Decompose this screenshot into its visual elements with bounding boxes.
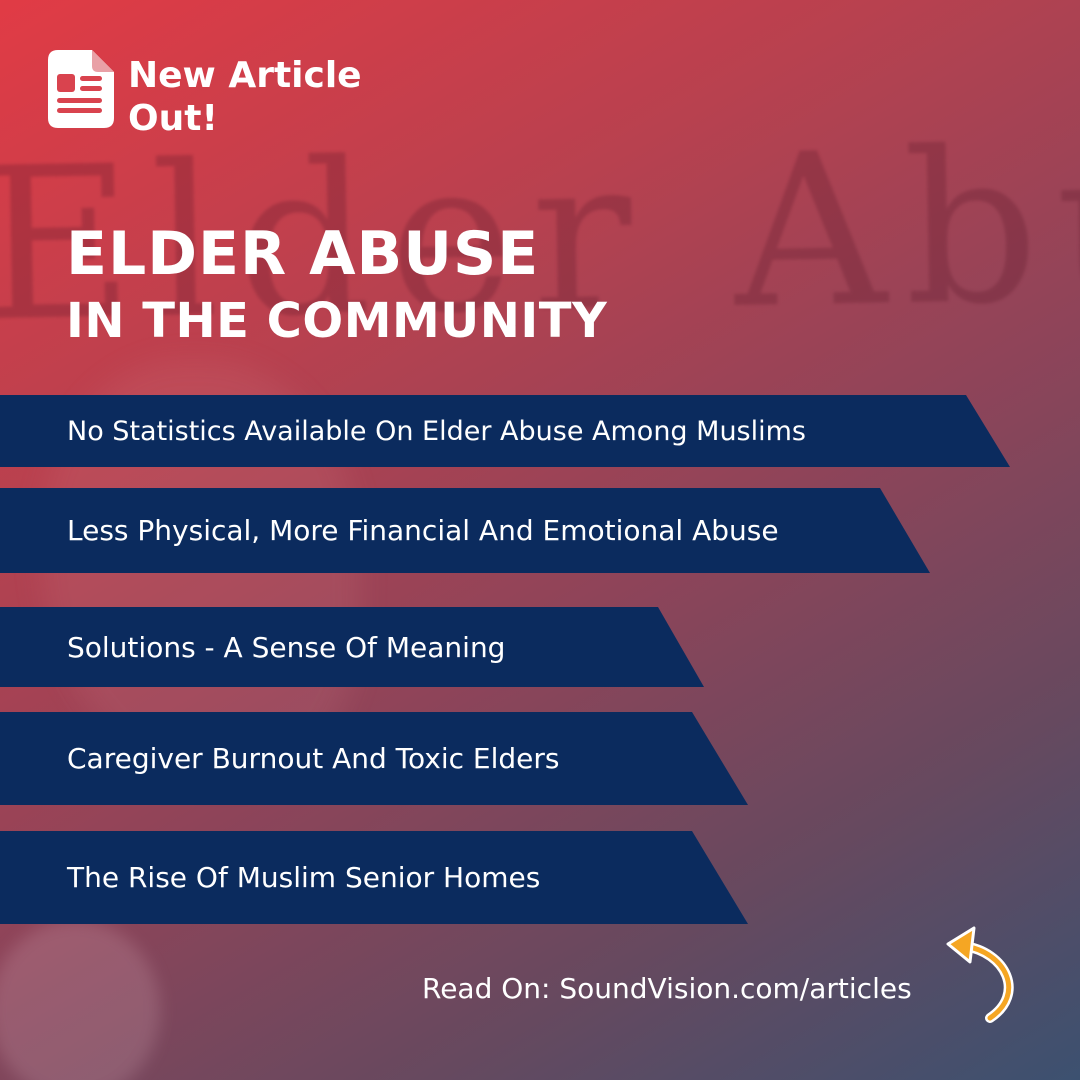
topic-banner: Solutions - A Sense Of Meaning <box>0 607 704 687</box>
background-cup <box>0 920 160 1080</box>
topic-banner: Caregiver Burnout And Toxic Elders <box>0 712 748 805</box>
article-promo-card: Elder Abuse New Article Out! ELDER ABUSE… <box>0 0 1080 1080</box>
read-on-link[interactable]: Read On: SoundVision.com/articles <box>422 972 912 1005</box>
new-article-badge: New Article Out! <box>48 50 362 140</box>
badge-line-2: Out! <box>128 98 218 139</box>
topic-banner: Less Physical, More Financial And Emotio… <box>0 488 930 573</box>
title-line-1: ELDER ABUSE <box>66 219 540 289</box>
document-icon <box>48 50 114 128</box>
topic-banner: The Rise Of Muslim Senior Homes <box>0 831 748 924</box>
topic-banner: No Statistics Available On Elder Abuse A… <box>0 395 1010 467</box>
curved-arrow-icon <box>946 926 1014 1023</box>
title-line-2: IN THE COMMUNITY <box>66 293 608 349</box>
badge-line-1: New Article <box>128 55 362 96</box>
badge-label: New Article Out! <box>128 54 362 140</box>
page-title: ELDER ABUSE IN THE COMMUNITY <box>66 218 607 352</box>
